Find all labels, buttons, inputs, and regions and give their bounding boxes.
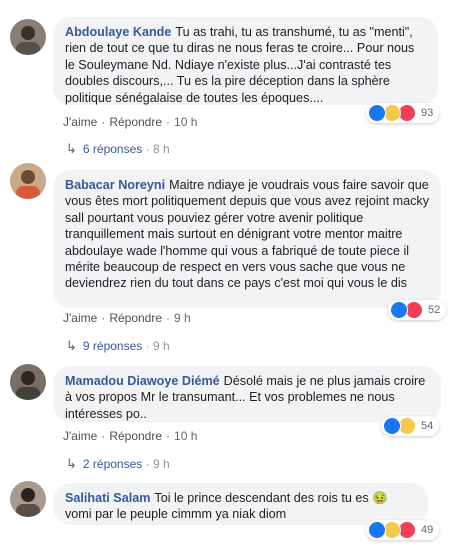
comment-actions: J'aime · Répondre · 10 h (63, 115, 198, 129)
avatar-image (10, 364, 46, 400)
like-reaction-icon (383, 417, 401, 435)
reactions-count: 93 (421, 107, 434, 119)
comment-time[interactable]: 10 h (174, 115, 197, 129)
replies-time: 8 h (152, 142, 170, 156)
view-replies-link[interactable]: ↳ 2 réponses · 9 h (66, 456, 170, 472)
comment-actions: J'aime · Répondre · 9 h (63, 311, 191, 325)
avatar[interactable] (10, 481, 46, 517)
reactions-count: 49 (421, 524, 434, 536)
avatar-image (10, 163, 46, 199)
like-link[interactable]: J'aime (63, 311, 97, 325)
comment-text: Maitre ndiaye je voudrais vous faire sav… (65, 178, 433, 291)
like-link[interactable]: J'aime (63, 115, 97, 129)
avatar-image (10, 19, 46, 55)
comment-author[interactable]: Salihati Salam (65, 491, 150, 505)
comment-author[interactable]: Mamadou Diawoye Diémé (65, 374, 220, 388)
reactions-summary[interactable]: 93 (366, 103, 440, 123)
replies-count: 6 réponses (82, 142, 143, 156)
avatar[interactable] (10, 364, 46, 400)
reply-link[interactable]: Répondre (109, 429, 162, 443)
reply-link[interactable]: Répondre (109, 311, 162, 325)
replies-count: 2 réponses (82, 457, 143, 471)
reply-arrow-icon: ↳ (66, 141, 77, 156)
replies-time: 9 h (152, 457, 170, 471)
like-reaction-icon (368, 104, 386, 122)
reactions-count: 54 (421, 420, 434, 432)
avatar[interactable] (10, 163, 46, 199)
comment-author[interactable]: Abdoulaye Kande (65, 25, 171, 39)
avatar[interactable] (10, 19, 46, 55)
comment-bubble: Mamadou Diawoye Diémé Désolé mais je ne p… (53, 366, 441, 422)
like-link[interactable]: J'aime (63, 429, 97, 443)
reply-arrow-icon: ↳ (66, 456, 77, 471)
replies-time: 9 h (152, 339, 170, 353)
reactions-summary[interactable]: 54 (381, 416, 440, 436)
reactions-summary[interactable]: 49 (366, 520, 440, 540)
comment-author[interactable]: Babacar Noreyni (65, 178, 165, 192)
view-replies-link[interactable]: ↳ 9 réponses · 9 h (66, 338, 170, 354)
like-reaction-icon (390, 301, 408, 319)
comment-time[interactable]: 9 h (174, 311, 191, 325)
reply-link[interactable]: Répondre (109, 115, 162, 129)
reply-arrow-icon: ↳ (66, 338, 77, 353)
avatar-image (10, 481, 46, 517)
comment-actions: J'aime · Répondre · 10 h (63, 429, 198, 443)
comment-bubble: Babacar Noreyni Maitre ndiaye je voudrais… (53, 170, 441, 308)
view-replies-link[interactable]: ↳ 6 réponses · 8 h (66, 141, 170, 157)
reactions-summary[interactable]: 52 (388, 300, 447, 320)
reactions-count: 52 (428, 304, 441, 316)
like-reaction-icon (368, 521, 386, 539)
comment-bubble: Abdoulaye Kande Tu as trahi, tu as transh… (53, 17, 438, 105)
replies-count: 9 réponses (82, 339, 143, 353)
comment-time[interactable]: 10 h (174, 429, 197, 443)
comment-bubble: Salihati Salam Toi le prince descendant d… (53, 483, 428, 525)
